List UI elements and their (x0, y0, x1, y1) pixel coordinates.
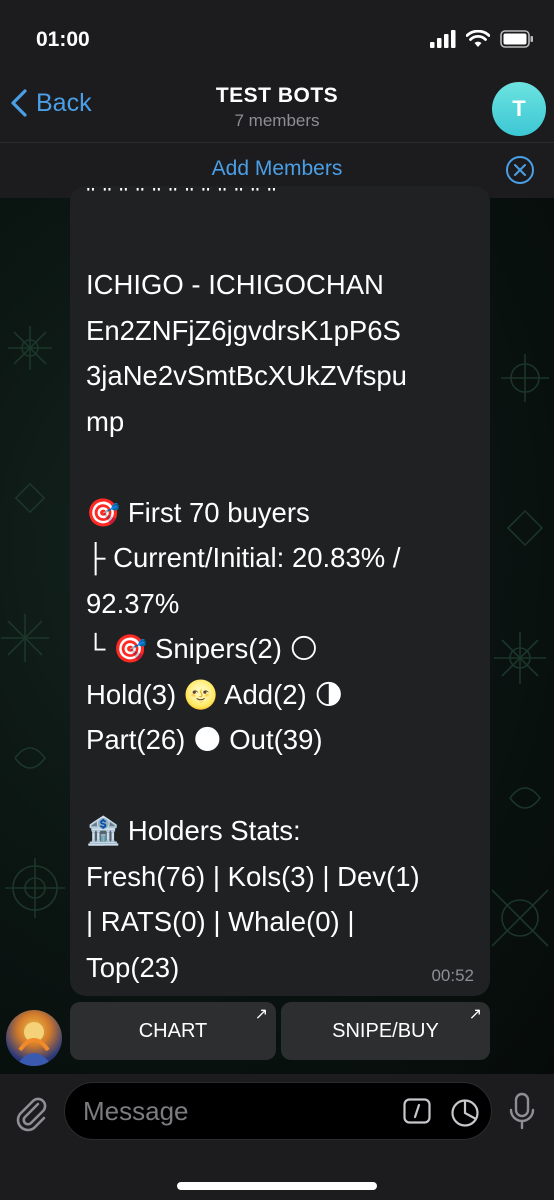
sender-avatar-image (16, 1022, 52, 1066)
message-line: Fresh(76) | Kols(3) | Dev(1) (86, 860, 420, 892)
message-line: ├ Current/Initial: 20.83% / (86, 542, 401, 573)
message-line (86, 763, 482, 809)
message-line: 🏦 Holders Stats: (86, 815, 301, 846)
status-bar: 01:00 (0, 0, 554, 80)
paperclip-icon[interactable] (14, 1094, 48, 1132)
chart-button-label: CHART (138, 1019, 208, 1042)
member-count: 7 members (234, 111, 320, 130)
cellular-signal-icon (430, 30, 456, 48)
chart-button[interactable]: CHART ↗ (70, 1002, 276, 1060)
message-top-line: " " " " " " " " " " " " (86, 188, 277, 208)
home-indicator (177, 1182, 377, 1190)
message-line: ICHIGO - ICHIGOCHAN (86, 269, 384, 300)
message-line: 🎯 First 70 buyers (86, 496, 310, 528)
snipe-buy-button-label: SNIPE/BUY (332, 1019, 439, 1042)
chat-header: Back TEST BOTS 7 members T (0, 80, 554, 142)
microphone-icon[interactable] (508, 1092, 536, 1132)
message-line: 3jaNe2vSmtBcXUkZVfspu (86, 360, 407, 391)
battery-icon (500, 30, 533, 48)
message-bubble[interactable]: " " " " " " " " " " " " ICHIGO - ICHIGOC… (70, 186, 490, 996)
message-line: Part(26) 🌑 Out(39) (86, 724, 323, 755)
sender-avatar[interactable] (6, 1010, 62, 1066)
message-timestamp: 00:52 (431, 966, 474, 985)
chat-title[interactable]: TEST BOTS (0, 84, 554, 108)
wifi-icon (466, 30, 490, 47)
status-icons (430, 30, 534, 48)
external-link-icon: ↗ (254, 1006, 268, 1023)
avatar-letter: T (512, 96, 526, 121)
message-line: Hold(3) 🌝 Add(2) 🌗 (86, 678, 344, 710)
sticker-icon[interactable] (450, 1098, 480, 1128)
message-text: ICHIGO - ICHIGOCHAN En2ZNFjZ6jgvdrsK1pP6… (86, 262, 482, 990)
message-input-bar (0, 1074, 554, 1200)
external-link-icon: ↗ (468, 1006, 482, 1023)
close-banner-button[interactable] (506, 156, 534, 184)
bot-command-icon[interactable] (403, 1098, 431, 1124)
message-line: Top(23) (86, 951, 180, 983)
message-line: 92.37% (86, 587, 180, 619)
status-time: 01:00 (36, 28, 90, 51)
message-line: mp (86, 405, 125, 437)
close-icon (514, 164, 526, 176)
message-line (86, 444, 482, 490)
message-line: | RATS(0) | Whale(0) | (86, 906, 355, 937)
message-line: En2ZNFjZ6jgvdrsK1pP6S (86, 314, 401, 346)
snipe-buy-button[interactable]: SNIPE/BUY ↗ (281, 1002, 490, 1060)
add-members-button[interactable]: Add Members (0, 157, 554, 181)
group-avatar[interactable]: T (492, 82, 546, 136)
message-line: └ 🎯 Snipers(2) 🌕 (86, 633, 319, 664)
